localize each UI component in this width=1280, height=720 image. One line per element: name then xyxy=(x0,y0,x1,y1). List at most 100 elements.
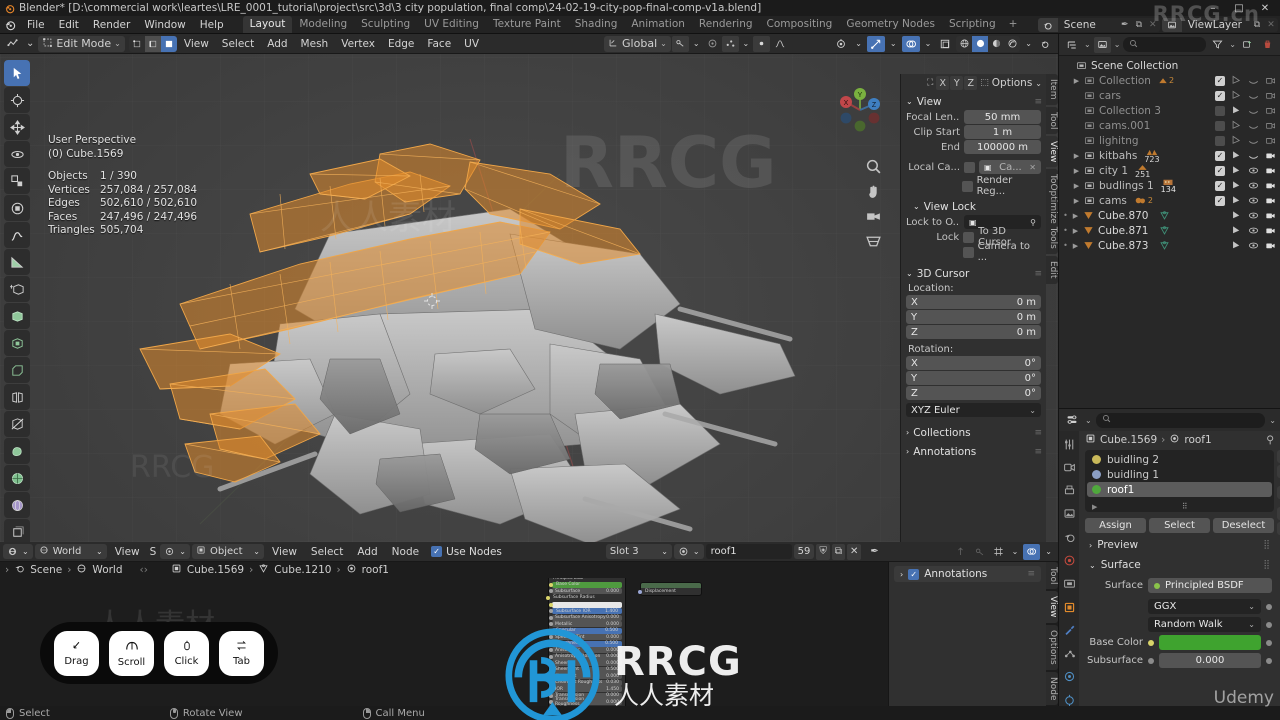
remove-viewlayer-icon[interactable]: ✕ xyxy=(1264,18,1278,32)
lock-camera-to-view-checkbox[interactable] xyxy=(962,246,974,258)
tool-rotate[interactable] xyxy=(4,141,30,167)
tool-knife[interactable] xyxy=(4,411,30,437)
viewport-menu-select[interactable]: Select xyxy=(216,35,260,53)
world-shader-dropdown[interactable]: World ⌄ xyxy=(34,544,107,559)
shader-snap-icon[interactable] xyxy=(971,544,988,560)
minimize-button[interactable]: – xyxy=(1200,0,1226,16)
outliner-delete-icon[interactable] xyxy=(1259,37,1276,53)
assign-button[interactable]: Assign xyxy=(1085,518,1146,533)
axis-lock-x[interactable]: X xyxy=(936,76,950,90)
outliner-row-collection[interactable]: ▶ Collection 2 ✓ xyxy=(1059,73,1280,88)
zoom-icon[interactable] xyxy=(865,158,882,175)
properties-tab-output[interactable] xyxy=(1062,484,1077,498)
viewport-menu-mesh[interactable]: Mesh xyxy=(295,35,335,53)
annotations-checkbox[interactable]: ✓ xyxy=(908,568,920,580)
node-row-clearcoat-roughness[interactable]: Clearcoat Roughness 0.030 xyxy=(549,679,622,686)
shader-menu-view[interactable]: View xyxy=(266,543,303,561)
outliner-row-lighitng[interactable]: lighitng xyxy=(1059,133,1280,148)
breadcrumb-object[interactable]: Cube.1569 xyxy=(187,564,244,576)
viewlayer-name[interactable]: ViewLayer xyxy=(1181,18,1250,32)
workspace-tab-animation[interactable]: Animation xyxy=(624,16,692,33)
hide-in-viewport-icon[interactable] xyxy=(1248,150,1259,161)
fake-user-toggle[interactable]: ⛨ xyxy=(816,543,830,560)
chevron-down-icon[interactable]: ⌄ xyxy=(1085,416,1092,425)
menu-help[interactable]: Help xyxy=(193,16,231,34)
annotations-panel-header[interactable]: › Annotations ≡ xyxy=(901,444,1046,459)
pin-scene-icon[interactable]: ✒ xyxy=(1118,18,1132,32)
hide-in-viewport-icon[interactable] xyxy=(1248,240,1259,251)
viewport-menu-uv[interactable]: UV xyxy=(458,35,485,53)
editor-type-icon[interactable] xyxy=(3,36,22,52)
workspace-tab-scripting[interactable]: Scripting xyxy=(942,16,1003,33)
shader-editor-type-icon[interactable]: ⌄ xyxy=(160,544,190,559)
checkbox-exclude[interactable]: ✓ xyxy=(1215,165,1225,176)
disable-in-renders-icon[interactable] xyxy=(1265,180,1276,191)
breadcrumb-object-name[interactable]: Cube.1569 xyxy=(1100,434,1157,446)
hide-in-viewport-icon[interactable] xyxy=(1248,105,1259,116)
material-list-grip-row[interactable]: ▶ ⠿ xyxy=(1087,499,1272,514)
show-overlays-toggle[interactable] xyxy=(901,35,920,52)
checkbox-exclude[interactable] xyxy=(1215,105,1225,116)
node-row-subsurface[interactable]: Subsurface 0.000 xyxy=(549,588,622,594)
breadcrumb-material[interactable]: roof1 xyxy=(362,564,389,576)
view-panel-header[interactable]: ⌄ View ≡ xyxy=(901,94,1046,109)
snap-cursor-icon[interactable]: ⛶ xyxy=(927,78,933,88)
focal-length-field[interactable]: 50 mm xyxy=(964,110,1041,124)
properties-tab-tool[interactable] xyxy=(1062,437,1077,451)
disable-selection-icon[interactable] xyxy=(1231,195,1242,206)
hide-in-viewport-icon[interactable] xyxy=(1248,90,1259,101)
outliner-row-cube-871[interactable]: • ▶ Cube.871 xyxy=(1059,223,1280,238)
shader-type-dropdown[interactable]: Object ⌄ xyxy=(192,544,264,559)
expand-list-icon[interactable]: ▶ xyxy=(1092,503,1097,511)
node-row-metallic[interactable]: Metallic 0.000 xyxy=(549,621,622,627)
disable-selection-icon[interactable] xyxy=(1231,90,1242,101)
material-users-count[interactable]: 59 xyxy=(793,544,815,559)
outliner-row-cube-873[interactable]: • ▶ Cube.873 xyxy=(1059,238,1280,253)
viewport-options-dropdown[interactable]: Options ⌄ xyxy=(992,77,1042,89)
hide-in-viewport-icon[interactable] xyxy=(1248,135,1259,146)
disable-in-renders-icon[interactable] xyxy=(1265,165,1276,176)
disable-selection-icon[interactable] xyxy=(1231,120,1242,131)
proportional-edit-toggle[interactable] xyxy=(704,36,721,52)
material-slot-row[interactable]: buidling 2 xyxy=(1087,452,1272,467)
tool-bevel[interactable] xyxy=(4,357,30,383)
workspace-tab-texture-paint[interactable]: Texture Paint xyxy=(486,16,568,33)
disable-in-renders-icon[interactable] xyxy=(1265,105,1276,116)
properties-tab-object[interactable] xyxy=(1062,600,1077,614)
shader-annotations-panel-header[interactable]: › ✓ Annotations ≡ xyxy=(894,566,1041,582)
workspace-tab-geometry-nodes[interactable]: Geometry Nodes xyxy=(839,16,942,33)
viewport-menu-vertex[interactable]: Vertex xyxy=(335,35,381,53)
viewport-menu-view[interactable]: View xyxy=(178,35,215,53)
tool-poly-build[interactable] xyxy=(4,438,30,464)
falloff-type-button[interactable] xyxy=(753,35,771,52)
scene-name[interactable]: Scene xyxy=(1057,18,1118,32)
tool-spin[interactable] xyxy=(4,465,30,491)
disable-in-renders-icon[interactable] xyxy=(1265,150,1276,161)
shader-tab-node[interactable]: Node xyxy=(1046,671,1058,706)
properties-tab-modifier[interactable] xyxy=(1062,623,1077,637)
expand-toggle[interactable]: ▶ xyxy=(1070,227,1081,235)
node-row-sheen-tint[interactable]: Sheen Tint 0.500 xyxy=(549,666,622,673)
disable-in-renders-icon[interactable] xyxy=(1265,90,1276,101)
hide-in-viewport-icon[interactable] xyxy=(1248,225,1259,236)
node-row-clearcoat[interactable]: Clearcoat 0.000 xyxy=(549,673,622,679)
visibility-selectability-icon[interactable] xyxy=(832,36,850,52)
hide-in-viewport-icon[interactable] xyxy=(1248,75,1259,86)
shader-snap-target-icon[interactable] xyxy=(990,544,1007,560)
expand-toggle[interactable]: ▶ xyxy=(1070,242,1081,250)
tool-annotate[interactable] xyxy=(4,222,30,248)
disable-in-renders-icon[interactable] xyxy=(1265,210,1276,221)
clip-start-field[interactable]: 1 m xyxy=(964,125,1041,139)
expand-toggle[interactable]: ▶ xyxy=(1071,182,1082,190)
disable-selection-icon[interactable] xyxy=(1231,135,1242,146)
expand-toggle[interactable]: ▶ xyxy=(1071,197,1082,205)
distribution-dropdown[interactable]: GGX ⌄ xyxy=(1148,599,1261,614)
expand-toggle[interactable]: ▶ xyxy=(1071,77,1082,85)
tool-smooth[interactable] xyxy=(4,492,30,518)
shader-tab-options[interactable]: Options xyxy=(1046,624,1058,670)
tool-tweak-select[interactable] xyxy=(4,60,30,86)
tool-extrude-region[interactable] xyxy=(4,303,30,329)
node-row-subsurface-ior[interactable]: Subsurface IOR 1.400 xyxy=(549,608,622,614)
world-menu-view[interactable]: View xyxy=(109,543,146,561)
navigation-gizmo[interactable]: Y X Z xyxy=(834,84,886,136)
